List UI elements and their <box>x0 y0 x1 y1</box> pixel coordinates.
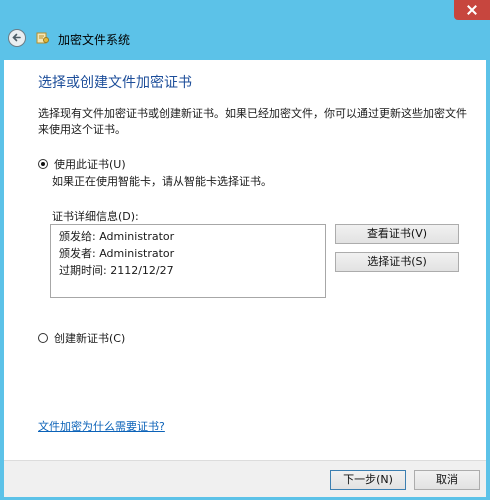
window-titlebar: 加密文件系统 <box>0 0 490 60</box>
back-button[interactable] <box>8 29 26 47</box>
help-link[interactable]: 文件加密为什么需要证书? <box>38 418 165 434</box>
back-arrow-icon <box>12 33 21 42</box>
smartcard-hint: 如果正在使用智能卡，请从智能卡选择证书。 <box>52 175 272 188</box>
cert-details-label: 证书详细信息(D): <box>52 210 139 223</box>
close-button[interactable] <box>454 0 490 20</box>
select-cert-button[interactable]: 选择证书(S) <box>335 252 459 272</box>
page-description: 选择现有文件加密证书或创建新证书。如果已经加密文件，你可以通过更新这些加密文件来… <box>38 107 467 136</box>
issued-to: 颁发给: Administrator <box>59 230 175 243</box>
next-button[interactable]: 下一步(N) <box>330 470 406 490</box>
cancel-button[interactable]: 取消 <box>414 470 480 490</box>
page-heading: 选择或创建文件加密证书 <box>38 75 192 91</box>
use-cert-radio[interactable] <box>38 159 48 169</box>
issued-by: 颁发者: Administrator <box>59 247 175 260</box>
expiry-date: 过期时间: 2112/12/27 <box>59 264 174 277</box>
wizard-content: 选择或创建文件加密证书 选择现有文件加密证书或创建新证书。如果已经加密文件，你可… <box>4 60 486 460</box>
cert-details-box[interactable]: 颁发给: Administrator 颁发者: Administrator 过期… <box>50 224 326 298</box>
window-title: 加密文件系统 <box>58 33 131 47</box>
use-cert-label[interactable]: 使用此证书(U) <box>54 156 126 172</box>
create-cert-label[interactable]: 创建新证书(C) <box>54 330 125 346</box>
view-cert-button[interactable]: 查看证书(V) <box>335 224 459 244</box>
create-cert-radio[interactable] <box>38 333 48 343</box>
certificate-key-icon <box>36 32 49 44</box>
